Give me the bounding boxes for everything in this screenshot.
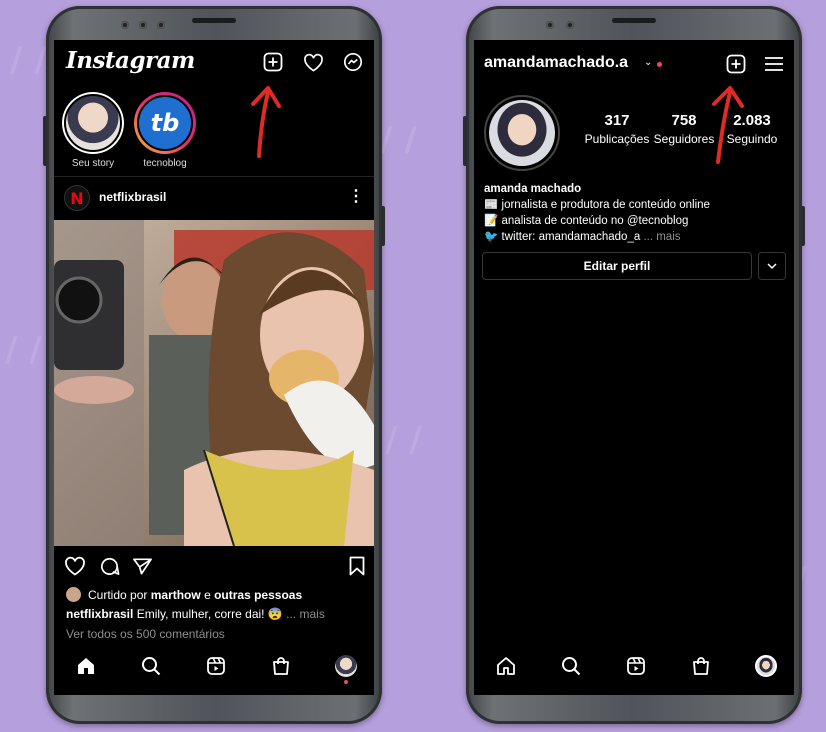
story-label: tecnoblog bbox=[143, 158, 187, 169]
camera-dot bbox=[121, 21, 129, 29]
notification-dot bbox=[657, 62, 662, 67]
followers-stat[interactable]: 758 Seguidores bbox=[649, 112, 719, 146]
following-count: 2.083 bbox=[733, 112, 771, 129]
story-label: Seu story bbox=[71, 158, 115, 169]
new-post-icon[interactable] bbox=[724, 52, 748, 76]
power-button bbox=[801, 206, 805, 246]
notification-dot bbox=[344, 680, 348, 684]
home-icon[interactable] bbox=[494, 654, 518, 678]
volume-button bbox=[43, 116, 47, 166]
shop-icon[interactable] bbox=[689, 654, 713, 678]
following-stat[interactable]: 2.083 Seguindo bbox=[717, 112, 787, 146]
edit-profile-button[interactable]: Editar perfil bbox=[482, 252, 752, 280]
avatar bbox=[489, 100, 555, 166]
bottom-nav bbox=[54, 642, 374, 690]
followers-count: 758 bbox=[671, 112, 697, 129]
heart-icon[interactable] bbox=[301, 50, 325, 74]
liked-user[interactable]: marthow bbox=[151, 588, 201, 602]
story-ring: tb bbox=[134, 92, 196, 154]
camera-dot bbox=[566, 21, 574, 29]
like-icon[interactable] bbox=[64, 556, 86, 581]
instagram-logo: Instagram bbox=[66, 47, 195, 74]
phone-profile: amandamachado.a ⌄ 317 Publicações 758 Se… bbox=[463, 6, 805, 724]
view-comments-link[interactable]: Ver todos os 500 comentários bbox=[66, 627, 225, 641]
camera-dot bbox=[157, 21, 165, 29]
reels-icon[interactable] bbox=[624, 654, 648, 678]
phone-feed: Instagram Seu story tb tecnoblog N netfl… bbox=[43, 6, 385, 724]
liked-by: Curtido por marthow e outras pessoas bbox=[66, 587, 302, 602]
followers-label: Seguidores bbox=[653, 132, 715, 146]
profile-username[interactable]: amandamachado.a bbox=[484, 54, 628, 72]
shop-icon[interactable] bbox=[269, 654, 293, 678]
search-icon[interactable] bbox=[139, 654, 163, 678]
chevron-down-icon bbox=[767, 262, 777, 269]
post-photo bbox=[54, 220, 374, 546]
bio-line: 🐦 twitter: amandamachado_a bbox=[484, 231, 641, 243]
feed-screen: Instagram Seu story tb tecnoblog N netfl… bbox=[54, 40, 374, 695]
liked-and: e bbox=[200, 587, 215, 602]
posts-count: 317 bbox=[604, 112, 630, 129]
following-label: Seguindo bbox=[726, 132, 778, 146]
speaker-grille bbox=[612, 18, 656, 23]
comment-icon[interactable] bbox=[99, 556, 120, 582]
post-actions bbox=[54, 546, 374, 586]
bio-line: 📰 jornalista e produtora de conteúdo onl… bbox=[484, 199, 710, 211]
avatar bbox=[335, 655, 357, 677]
post-image[interactable] bbox=[54, 220, 374, 546]
share-icon[interactable] bbox=[132, 556, 153, 581]
story-avatar bbox=[64, 94, 122, 152]
bio-line: 📝 analista de conteúdo no @tecnoblog bbox=[484, 215, 689, 227]
posts-stat[interactable]: 317 Publicações bbox=[582, 112, 652, 146]
story-tecnoblog[interactable]: tb tecnoblog bbox=[134, 92, 196, 169]
discover-people-button[interactable] bbox=[758, 252, 786, 280]
story-ring bbox=[62, 92, 124, 154]
liked-others[interactable]: outras pessoas bbox=[214, 588, 302, 602]
feed-header: Instagram bbox=[54, 40, 374, 84]
avatar bbox=[755, 655, 777, 677]
search-icon[interactable] bbox=[559, 654, 583, 678]
volume-button bbox=[463, 116, 467, 166]
bio-more[interactable]: ... mais bbox=[643, 231, 680, 243]
bottom-nav bbox=[474, 642, 794, 690]
profile-avatar[interactable] bbox=[754, 654, 778, 678]
menu-icon[interactable] bbox=[762, 52, 786, 76]
stories-tray: Seu story tb tecnoblog bbox=[54, 84, 202, 172]
power-button bbox=[381, 206, 385, 246]
caption-user[interactable]: netflixbrasil bbox=[66, 607, 133, 621]
story-own[interactable]: Seu story bbox=[62, 92, 124, 169]
home-icon[interactable] bbox=[74, 654, 98, 678]
more-options-icon[interactable]: ⋮ bbox=[348, 186, 364, 206]
post-caption: netflixbrasil Emily, mulher, corre dai! … bbox=[66, 607, 325, 621]
posts-label: Publicações bbox=[584, 132, 650, 146]
new-post-icon[interactable] bbox=[261, 50, 285, 74]
save-icon[interactable] bbox=[349, 556, 365, 581]
profile-avatar[interactable] bbox=[484, 95, 560, 171]
speaker-grille bbox=[192, 18, 236, 23]
camera-dot bbox=[139, 21, 147, 29]
camera-dot bbox=[546, 21, 554, 29]
netflix-avatar[interactable]: N bbox=[64, 185, 90, 211]
post-username[interactable]: netflixbrasil bbox=[99, 190, 166, 204]
profile-avatar[interactable] bbox=[334, 654, 358, 678]
bio-name: amanda machado bbox=[484, 183, 582, 195]
chevron-down-icon[interactable]: ⌄ bbox=[644, 57, 652, 68]
post-header: N netflixbrasil ⋮ bbox=[54, 176, 374, 218]
messenger-icon[interactable] bbox=[341, 50, 365, 74]
reels-icon[interactable] bbox=[204, 654, 228, 678]
profile-header: amandamachado.a ⌄ bbox=[474, 40, 794, 86]
story-avatar: tb bbox=[137, 95, 193, 151]
liked-prefix: Curtido por bbox=[88, 587, 148, 602]
profile-screen: amandamachado.a ⌄ 317 Publicações 758 Se… bbox=[474, 40, 794, 695]
liker-avatar bbox=[66, 587, 81, 602]
caption-text: Emily, mulher, corre dai! 😨 bbox=[133, 607, 283, 621]
profile-bio: amanda machado 📰 jornalista e produtora … bbox=[484, 181, 710, 245]
caption-more[interactable]: ... mais bbox=[286, 607, 325, 621]
